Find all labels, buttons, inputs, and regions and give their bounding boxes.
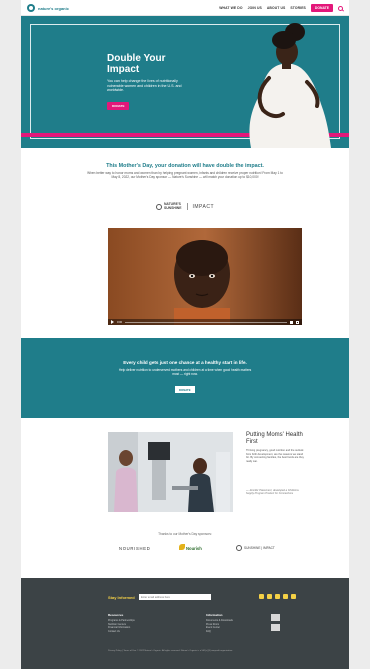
main-nav: WHAT WE DO JOIN US ABOUT US STORIES DONA…	[219, 4, 343, 12]
nourish-logo: Nourish	[179, 542, 202, 551]
impact-logo: IMPACT	[192, 203, 215, 210]
twitter-icon[interactable]	[267, 594, 272, 599]
newsletter-label: Stay Informed	[108, 595, 135, 600]
footer-link[interactable]: Contact Us	[108, 630, 135, 634]
instagram-icon[interactable]	[283, 594, 288, 599]
page: nature's organic WHAT WE DO JOIN US ABOU…	[21, 0, 349, 669]
intro-body: When better way to honor moms and women …	[87, 171, 283, 180]
sunshine-icon-small	[236, 545, 242, 551]
leaf-icon	[179, 543, 185, 550]
brand-name: nature's organic	[38, 5, 69, 11]
feature-quote: — Jennifer Placement, developed a Childr…	[246, 489, 299, 496]
nav-about-us[interactable]: ABOUT US	[267, 6, 286, 10]
volume-icon[interactable]	[290, 320, 293, 324]
hero-donate-button[interactable]: DONATE	[107, 102, 130, 110]
video-player[interactable]: 0:00	[108, 228, 302, 325]
partner-logos: NATURE'S SUNSHINE IMPACT	[21, 202, 349, 210]
nav-stories[interactable]: STORIES	[290, 6, 306, 10]
youtube-icon[interactable]	[275, 594, 280, 599]
charity-badge[interactable]	[271, 614, 280, 621]
nourish-logo-text: Nourish	[186, 546, 202, 551]
sunshine-impact-text: SUNSHINE | IMPACT	[244, 546, 275, 550]
nourished-logo: NOURISHED	[119, 546, 151, 551]
site-header: nature's organic WHAT WE DO JOIN US ABOU…	[21, 0, 349, 16]
fullscreen-icon[interactable]	[296, 320, 299, 324]
nav-what-we-do[interactable]: WHAT WE DO	[219, 6, 242, 10]
header-donate-button[interactable]: DONATE	[310, 4, 333, 12]
hero-subtitle: You can help change the lives of nutriti…	[107, 79, 182, 93]
logo-divider	[186, 203, 188, 210]
play-icon[interactable]	[111, 320, 114, 324]
natures-sunshine-logo: NATURE'S SUNSHINE	[155, 202, 182, 210]
legal-text: Privacy Policy | Terms of Use © 2022 Nat…	[108, 650, 233, 652]
site-footer: Stay Informed Resources Programs & Partn…	[21, 578, 349, 669]
footer-col-title: Information	[206, 613, 223, 617]
footer-link[interactable]: FAQ	[206, 630, 233, 634]
video-time: 0:00	[117, 320, 123, 324]
sponsor-logos: NOURISHED Nourish SUNSHINE | IMPACT	[21, 542, 349, 554]
footer-col-title: Resources	[108, 613, 124, 617]
logo-icon	[27, 4, 35, 12]
ns-logo-text: NATURE'S SUNSHINE	[163, 202, 182, 210]
clinic-photo	[108, 432, 233, 512]
linkedin-icon[interactable]	[291, 594, 296, 599]
ns-line2: SUNSHINE	[163, 205, 182, 210]
nav-join-us[interactable]: JOIN US	[248, 6, 262, 10]
clinic-photo-art	[108, 432, 233, 512]
newsletter-email-input[interactable]	[139, 594, 211, 600]
feature-title: Putting Moms' Health First	[246, 432, 303, 445]
video-progress-bar[interactable]	[125, 321, 287, 323]
footer-column-resources: Resources Programs & Partnerships Nutrit…	[108, 613, 135, 633]
sunshine-icon	[155, 203, 162, 210]
hero-title: Double Your Impact	[107, 53, 166, 75]
social-links	[259, 594, 296, 599]
sunshine-impact-logo: SUNSHINE | IMPACT	[236, 545, 275, 551]
brand-logo[interactable]: nature's organic	[27, 4, 69, 12]
feature-body: Thriving pregnancy, good nutrition and t…	[246, 449, 304, 463]
search-icon[interactable]	[338, 5, 343, 11]
facebook-icon[interactable]	[259, 594, 264, 599]
intro-title: This Mother's Day, your donation will ha…	[106, 163, 264, 169]
band-donate-button[interactable]: DONATE	[175, 386, 195, 393]
video-controls: 0:00	[108, 319, 302, 325]
sponsors-heading: Thanks to our Mother's Day sponsors:	[158, 532, 212, 536]
band-title: Every child gets just one chance at a he…	[123, 360, 247, 365]
video-thumbnail	[108, 228, 302, 325]
band-body: Help deliver nutrition to underserved mo…	[118, 368, 252, 377]
accreditation-badges	[271, 614, 280, 631]
footer-column-information: Information Documents & Downloads Press …	[206, 613, 233, 633]
hero-banner: Double Your Impact You can help change t…	[21, 16, 349, 148]
pregnant-woman-illustration	[249, 23, 331, 148]
seal-badge[interactable]	[271, 624, 280, 631]
cta-band: Every child gets just one chance at a he…	[21, 338, 349, 418]
